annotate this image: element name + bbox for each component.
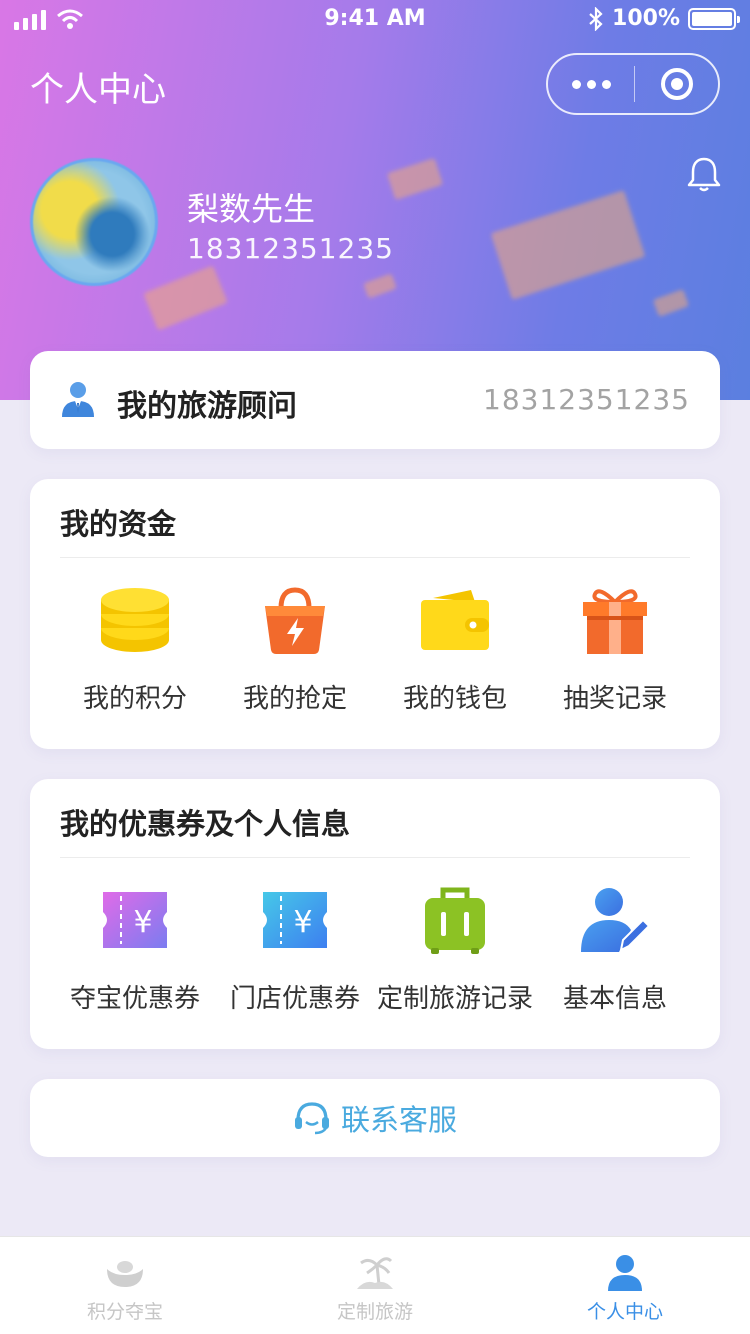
- coupons-item-store[interactable]: ¥ 门店优惠券: [215, 884, 375, 1015]
- tab-custom-tour[interactable]: 定制旅游: [250, 1237, 500, 1334]
- travel-advisor-card[interactable]: 我的旅游顾问 18312351235: [30, 351, 720, 449]
- user-phone: 18312351235: [187, 232, 394, 265]
- tab-label: 定制旅游: [336, 1301, 413, 1323]
- close-mini-program-button[interactable]: [635, 55, 718, 113]
- funds-title: 我的资金: [60, 507, 177, 541]
- advisor-phone[interactable]: 18312351235: [483, 383, 690, 416]
- coupons-item-basic-info[interactable]: 基本信息: [535, 884, 695, 1015]
- user-edit-icon: [581, 888, 651, 952]
- ticket-yen-purple-icon: ¥: [103, 892, 167, 948]
- decor-banknote: [490, 190, 646, 300]
- tab-bar: 积分夺宝 定制旅游 个人中心: [0, 1236, 750, 1334]
- profile-header: 9:41 AM 100% 个人中心 梨数先生 18312351235: [0, 0, 750, 400]
- battery-fill: [692, 11, 732, 26]
- decor-banknote: [652, 289, 690, 317]
- divider: [60, 857, 690, 858]
- avatar[interactable]: [30, 158, 158, 286]
- coupons-item-label: 夺宝优惠券: [69, 984, 200, 1014]
- contact-service-button[interactable]: 联系客服: [30, 1079, 720, 1157]
- user-icon: [608, 1255, 642, 1291]
- tab-label: 积分夺宝: [86, 1301, 163, 1323]
- funds-item-points[interactable]: 我的积分: [55, 584, 215, 715]
- funds-item-label: 我的抢定: [242, 684, 347, 714]
- coupons-item-label: 定制旅游记录: [376, 984, 533, 1014]
- advisor-person-icon: [62, 382, 94, 417]
- target-dot: [670, 78, 683, 90]
- status-right-group: 100%: [588, 6, 740, 31]
- funds-grid: 我的积分 我的抢定 我的钱包 抽奖记录: [30, 584, 720, 715]
- headset-icon: [294, 1102, 329, 1135]
- more-dot-icon: [571, 79, 581, 89]
- coupons-item-treasure[interactable]: ¥ 夺宝优惠券: [55, 884, 215, 1015]
- svg-text:¥: ¥: [293, 905, 312, 940]
- funds-item-label: 我的钱包: [402, 684, 507, 714]
- coupons-item-label: 门店优惠券: [229, 984, 360, 1014]
- coins-stack-icon: [101, 588, 169, 652]
- svg-text:¥: ¥: [133, 905, 152, 940]
- bell-icon[interactable]: [684, 155, 724, 195]
- bluetooth-icon: [589, 6, 603, 31]
- target-circle-icon: [660, 68, 693, 100]
- shopping-bag-bolt-icon: [265, 587, 325, 654]
- funds-item-lottery[interactable]: 抽奖记录: [535, 584, 695, 715]
- battery-percent: 100%: [612, 6, 680, 31]
- wallet-icon: [421, 590, 489, 650]
- battery-icon: [688, 7, 740, 30]
- tab-points-treasure[interactable]: 积分夺宝: [0, 1237, 250, 1334]
- coupons-grid: ¥ 夺宝优惠券 ¥ 门店优惠券 定制旅游记录 基本信息: [30, 884, 720, 1015]
- palm-island-icon: [357, 1257, 393, 1289]
- funds-item-wallet[interactable]: 我的钱包: [375, 584, 535, 715]
- funds-item-booking[interactable]: 我的抢定: [215, 584, 375, 715]
- funds-item-label: 我的积分: [82, 684, 187, 714]
- mini-program-capsule: [546, 53, 720, 115]
- tab-profile[interactable]: 个人中心: [500, 1237, 750, 1334]
- more-dot-icon: [586, 79, 596, 89]
- divider: [60, 557, 690, 558]
- page-title: 个人中心: [30, 70, 166, 110]
- contact-service-label: 联系客服: [340, 1103, 457, 1137]
- funds-item-label: 抽奖记录: [562, 684, 667, 714]
- decor-banknote: [143, 265, 228, 331]
- luggage-icon: [425, 887, 485, 954]
- more-dot-icon: [601, 79, 611, 89]
- my-funds-card: 我的资金 我的积分 我的抢定 我的钱包 抽奖记录: [30, 479, 720, 749]
- coupons-item-custom-tour[interactable]: 定制旅游记录: [375, 884, 535, 1015]
- status-bar: 9:41 AM 100%: [0, 0, 750, 40]
- coupons-title: 我的优惠券及个人信息: [60, 807, 351, 841]
- user-name: 梨数先生: [187, 190, 316, 228]
- ingot-icon: [107, 1261, 143, 1287]
- decor-banknote: [386, 157, 444, 201]
- more-options-button[interactable]: [548, 55, 634, 113]
- advisor-label: 我的旅游顾问: [117, 389, 297, 424]
- ticket-yen-blue-icon: ¥: [263, 892, 327, 948]
- tab-label: 个人中心: [586, 1301, 663, 1323]
- decor-banknote: [363, 273, 397, 299]
- coupons-item-label: 基本信息: [562, 984, 667, 1014]
- coupons-info-card: 我的优惠券及个人信息 ¥ 夺宝优惠券 ¥ 门店优惠券 定制旅游记录 基本信息: [30, 779, 720, 1049]
- gift-icon: [583, 589, 647, 654]
